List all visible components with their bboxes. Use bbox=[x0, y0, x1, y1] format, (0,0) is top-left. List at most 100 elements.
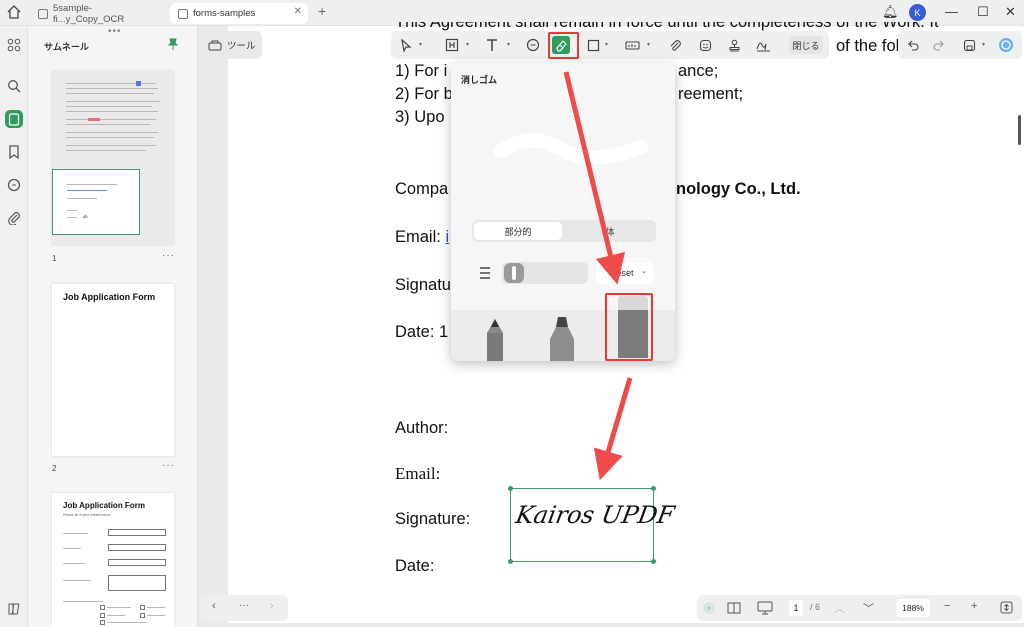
thumbnail-panel: ••• サムネール ✍ 1 ··· Job Application Form 2… bbox=[28, 26, 198, 627]
page-thumbnail-3[interactable]: Job Application Form Please fill in your… bbox=[52, 493, 174, 627]
close-tab-icon[interactable]: ✕ bbox=[294, 6, 302, 17]
page-more-button[interactable]: ··· bbox=[162, 250, 175, 261]
thumbnail-title: Job Application Form bbox=[63, 292, 156, 302]
left-rail bbox=[0, 26, 28, 627]
chevron-down-icon[interactable]: ﹀ bbox=[863, 600, 874, 616]
panel-drag-handle[interactable]: ••• bbox=[108, 26, 122, 37]
panel-title: サムネール bbox=[44, 42, 89, 52]
resize-handle[interactable] bbox=[508, 486, 513, 491]
resize-handle[interactable] bbox=[651, 559, 656, 564]
close-window-button[interactable]: ✕ bbox=[1005, 4, 1016, 20]
eraser-tool-highlight bbox=[605, 293, 653, 361]
page-thumbnail-1[interactable]: ✍ bbox=[52, 71, 174, 245]
doc-line: 3) Upo bbox=[395, 108, 445, 126]
dropdown-value: Reset bbox=[610, 268, 634, 278]
highlight-icon[interactable] bbox=[443, 36, 461, 54]
thumbnail-icon[interactable] bbox=[5, 110, 23, 128]
document-icon bbox=[38, 8, 48, 19]
measure-icon[interactable] bbox=[623, 36, 641, 54]
doc-line: Email: i bbox=[395, 228, 450, 246]
page-total: / 6 bbox=[810, 602, 821, 612]
avatar[interactable]: K bbox=[909, 4, 926, 21]
eraser-size-slider[interactable] bbox=[502, 262, 588, 284]
tab-document-ocr[interactable]: 5sample-fi...y_Copy_OCR bbox=[30, 2, 166, 25]
mode-partial-button[interactable]: 部分的 bbox=[474, 222, 562, 240]
eraser-mode-toggle: 部分的 体 bbox=[472, 220, 656, 242]
eraser-highlight bbox=[548, 32, 579, 59]
search-icon[interactable] bbox=[5, 77, 23, 95]
slider-knob[interactable] bbox=[504, 263, 524, 283]
page-number-input[interactable]: 1 bbox=[789, 600, 803, 616]
doc-line: Signature: bbox=[395, 510, 471, 528]
more-button[interactable]: ··· bbox=[239, 600, 249, 611]
page-nav-left: ‹ ··· › bbox=[200, 595, 288, 621]
zoom-out-button[interactable]: − bbox=[944, 600, 950, 612]
thumbnail-subtitle: Please fill in your details below bbox=[63, 513, 111, 517]
doc-line: Author: bbox=[395, 419, 449, 437]
doc-line: 2) For b bbox=[395, 85, 453, 103]
apps-icon[interactable] bbox=[5, 36, 23, 54]
attachment-icon[interactable] bbox=[666, 36, 684, 54]
doc-line: ance; bbox=[678, 62, 719, 80]
reading-mode-icon[interactable] bbox=[727, 602, 741, 614]
document-icon bbox=[178, 8, 188, 19]
ai-assistant-icon[interactable] bbox=[997, 36, 1015, 54]
chevron-up-icon[interactable]: ︿ bbox=[834, 600, 845, 616]
resize-handle[interactable] bbox=[651, 486, 656, 491]
text-icon[interactable] bbox=[483, 36, 501, 54]
marker-icon[interactable] bbox=[548, 317, 576, 361]
resize-handle[interactable] bbox=[508, 559, 513, 564]
chevron-left-icon[interactable]: ‹ bbox=[212, 600, 216, 612]
home-icon[interactable] bbox=[6, 4, 22, 20]
maximize-button[interactable]: ☐ bbox=[977, 4, 989, 20]
new-tab-button[interactable]: + bbox=[318, 3, 326, 19]
pin-icon[interactable] bbox=[168, 38, 178, 50]
expand-icon[interactable]: › bbox=[703, 602, 715, 614]
comment-icon[interactable] bbox=[524, 36, 542, 54]
presentation-icon[interactable] bbox=[757, 601, 773, 615]
doc-line: Email: bbox=[395, 464, 441, 483]
tab-forms-samples[interactable]: forms-samples ✕ bbox=[170, 3, 308, 24]
close-toolbar-button[interactable]: 閉じる bbox=[789, 36, 823, 54]
doc-line: Compa bbox=[395, 180, 449, 198]
tab-label: 5sample-fi...y_Copy_OCR bbox=[53, 2, 125, 25]
signature-icon[interactable] bbox=[754, 36, 772, 54]
doc-line: reement; bbox=[678, 85, 744, 103]
layers-icon[interactable] bbox=[5, 600, 23, 618]
signature-text: Kairos UPDF bbox=[513, 501, 677, 529]
eraser-option-dropdown[interactable]: Reset ⌄ bbox=[596, 262, 654, 284]
status-bar: › 1 / 6 ︿ ﹀ 188% − + bbox=[697, 595, 1022, 621]
zoom-in-button[interactable]: + bbox=[971, 600, 977, 612]
zoom-level[interactable]: 188% bbox=[896, 599, 930, 617]
mode-whole-button[interactable]: 体 bbox=[566, 222, 654, 240]
signature-field[interactable]: Kairos UPDF bbox=[508, 486, 677, 564]
pencil-icon[interactable] bbox=[484, 319, 506, 361]
sticker-icon[interactable] bbox=[696, 36, 714, 54]
comment-icon[interactable] bbox=[5, 176, 23, 194]
undo-icon[interactable] bbox=[904, 36, 922, 54]
page-number: 1 bbox=[52, 254, 57, 263]
page-thumbnail-2[interactable]: Job Application Form bbox=[52, 284, 174, 456]
page-more-button[interactable]: ··· bbox=[162, 460, 175, 471]
popup-title: 消しゴム bbox=[461, 75, 498, 85]
doc-line: Date: 1 bbox=[395, 323, 449, 341]
email-link[interactable]: i bbox=[445, 228, 449, 246]
save-icon[interactable] bbox=[960, 36, 978, 54]
select-icon[interactable] bbox=[397, 36, 415, 54]
tools-label: ツール bbox=[227, 41, 256, 52]
doc-line: nology Co., Ltd. bbox=[676, 180, 801, 198]
redo-icon[interactable] bbox=[930, 36, 948, 54]
tools-button[interactable]: ツール bbox=[200, 31, 262, 59]
vertical-scrollbar[interactable] bbox=[1018, 115, 1021, 145]
fit-page-icon[interactable] bbox=[1000, 601, 1013, 614]
minimize-button[interactable]: — bbox=[945, 4, 958, 19]
page-1-viewport-indicator[interactable]: ✍ bbox=[52, 169, 140, 235]
history-toolbar: ▾ bbox=[898, 31, 1022, 59]
page-1-text-preview bbox=[66, 81, 162, 158]
chevron-right-icon[interactable]: › bbox=[270, 600, 274, 612]
bookmark-icon[interactable] bbox=[5, 143, 23, 161]
attachment-icon[interactable] bbox=[5, 209, 23, 227]
bell-icon[interactable]: 🔔︎ bbox=[882, 4, 899, 20]
rectangle-icon[interactable] bbox=[584, 36, 602, 54]
stamp-icon[interactable] bbox=[725, 36, 743, 54]
